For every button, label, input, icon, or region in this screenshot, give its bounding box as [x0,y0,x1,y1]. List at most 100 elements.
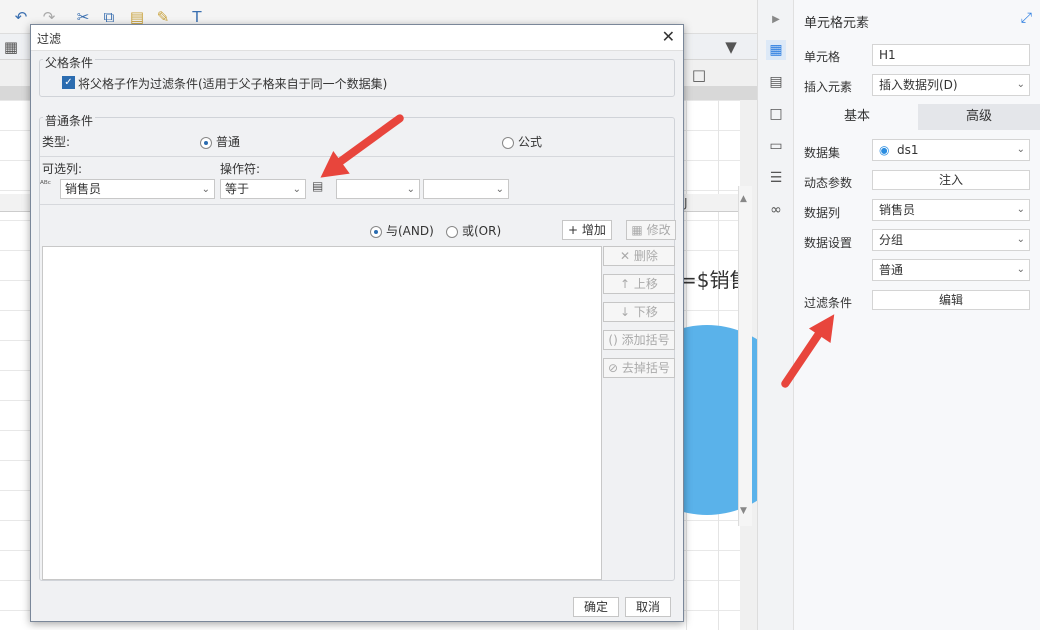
value-select[interactable]: ⌄ [336,179,420,199]
filter-condition-label: 过滤条件 [804,296,853,310]
dialog-titlebar: 过滤 ✕ [31,25,683,51]
dataset-label: 数据集 [804,146,841,160]
dialog-title: 过滤 [37,32,62,46]
logic-or-radio[interactable]: 或(OR) [446,222,501,239]
hyperlink-icon[interactable]: ∞ [766,200,786,220]
move-down-button[interactable]: ↓ 下移 [603,302,675,322]
close-icon[interactable]: ✕ [662,27,675,46]
move-up-button-label: 上移 [633,277,658,291]
collapse-arrow-icon[interactable]: ▶ [766,10,786,30]
chevron-down-icon: ⌄ [292,184,301,195]
condition-icon[interactable]: ☰ [766,168,786,188]
tab-advanced[interactable]: 高级 [918,104,1040,130]
parent-condition-checkbox-label: 将父格子作为过滤条件(适用于父子格来自于同一个数据集) [78,77,388,91]
add-bracket-button-label: 添加括号 [621,333,670,347]
insert-element-value: 插入数据列(D) [879,78,958,92]
normal-condition-title: 普通条件 [43,112,96,129]
logic-and-label: 与(AND) [386,224,434,238]
cancel-button[interactable]: 取消 [625,597,671,617]
cell-field[interactable]: H1 [872,44,1030,66]
operator-select[interactable]: 等于 ⌄ [220,179,306,199]
add-button[interactable]: + 增加 [562,220,612,240]
cell-label: 单元格 [804,50,841,64]
radio-icon [370,225,382,238]
modify-button[interactable]: ▦ 修改 [626,220,676,240]
parent-condition-section: 父格条件 ✓ 将父格子作为过滤条件(适用于父子格来自于同一个数据集) [39,54,675,97]
column-label: 可选列: [42,162,83,176]
property-icon-strip: ▶ ▦ ▤ □ ▭ ☰ ∞ [757,0,793,630]
dynamic-param-label: 动态参数 [804,176,853,190]
divider [40,204,674,205]
normal-condition-section: 普通条件 类型: 普通 公式 可选列: 操作符: ᴬᴮᶜ 销售员 ⌄ 等于 ⌄ ▤ … [39,112,676,581]
type-label: 类型: [42,135,71,149]
logic-and-radio[interactable]: 与(AND) [370,222,434,239]
insert-element-select[interactable]: 插入数据列(D) ⌄ [872,74,1030,96]
type-formula-label: 公式 [518,135,543,149]
chevron-down-icon: ⌄ [1016,264,1025,275]
type-normal-radio[interactable]: 普通 [200,133,240,150]
chevron-down-icon: ⌄ [1016,204,1025,215]
add-button-label: 增加 [581,223,606,237]
delete-button[interactable]: ✕ 删除 [603,246,675,266]
paint-icon[interactable]: ▼ [722,38,740,56]
cell-attribute-icon[interactable]: ▤ [766,72,786,92]
data-column-select[interactable]: 销售员 ⌄ [872,199,1030,221]
scroll-up-icon[interactable]: ▲ [740,194,747,204]
move-up-button[interactable]: ↑ 上移 [603,274,675,294]
bracket-icon: () [608,333,622,347]
vertical-scrollbar[interactable]: ▲ ▼ [738,186,752,526]
divider [40,156,674,157]
radio-icon [446,225,458,238]
column-type-icon: ᴬᴮᶜ [40,180,52,190]
widget-icon[interactable]: ▭ [766,136,786,156]
panel-title: 单元格元素 [804,16,870,31]
move-down-button-label: 下移 [633,305,658,319]
value-type-icon[interactable]: ▤ [312,179,323,193]
remove-bracket-button[interactable]: ⊘ 去掉括号 [603,358,675,378]
arrow-up-icon: ↑ [620,277,634,291]
type-normal-label: 普通 [216,135,241,149]
parent-condition-title: 父格条件 [43,54,96,71]
grid-icon[interactable]: ▦ [2,38,20,56]
column-select[interactable]: 销售员 ⌄ [60,179,215,199]
tab-basic[interactable]: 基本 [796,104,918,130]
chevron-down-icon: ⌄ [1016,79,1025,90]
radio-icon [200,136,212,149]
ok-button[interactable]: 确定 [573,597,619,617]
edit-filter-button[interactable]: 编辑 [872,290,1030,310]
chevron-down-icon: ⌄ [1016,144,1025,155]
pin-icon[interactable]: ⤢ [1021,10,1032,26]
chevron-down-icon: ⌄ [406,184,415,195]
insert-element-label: 插入元素 [804,80,853,94]
type-formula-radio[interactable]: 公式 [502,133,542,150]
data-setting-value: 分组 [879,233,904,247]
parent-condition-checkbox[interactable]: ✓ [62,76,75,89]
chevron-down-icon: ⌄ [495,184,504,195]
undo-icon[interactable]: ↶ [12,8,30,26]
border-icon[interactable]: □ [690,66,708,84]
cell-element-icon[interactable]: ▦ [766,40,786,60]
dataset-select[interactable]: ◉ ds1 ⌄ [872,139,1030,161]
data-setting-label: 数据设置 [804,236,853,250]
edit-icon: ▦ [631,223,647,237]
style-icon[interactable]: □ [766,104,786,124]
chevron-down-icon: ⌄ [201,184,210,195]
panel-tabs: 基本 高级 [796,104,1040,130]
value-extra-select[interactable]: ⌄ [423,179,509,199]
arrow-down-icon: ↓ [620,305,634,319]
scroll-down-icon[interactable]: ▼ [740,506,747,516]
operator-value: 等于 [225,182,250,196]
chevron-down-icon: ⌄ [1016,234,1025,245]
data-setting-sub-select[interactable]: 普通 ⌄ [872,259,1030,281]
logic-or-label: 或(OR) [462,224,502,238]
dataset-value: ds1 [897,143,919,157]
inject-button[interactable]: 注入 [872,170,1030,190]
data-setting-select[interactable]: 分组 ⌄ [872,229,1030,251]
data-column-label: 数据列 [804,206,841,220]
delete-button-label: 删除 [633,249,658,263]
add-bracket-button[interactable]: () 添加括号 [603,330,675,350]
filter-dialog: 过滤 ✕ 父格条件 ✓ 将父格子作为过滤条件(适用于父子格来自于同一个数据集) … [30,24,684,622]
remove-bracket-icon: ⊘ [608,361,622,375]
condition-list[interactable] [42,246,602,580]
plus-icon: + [568,223,582,237]
